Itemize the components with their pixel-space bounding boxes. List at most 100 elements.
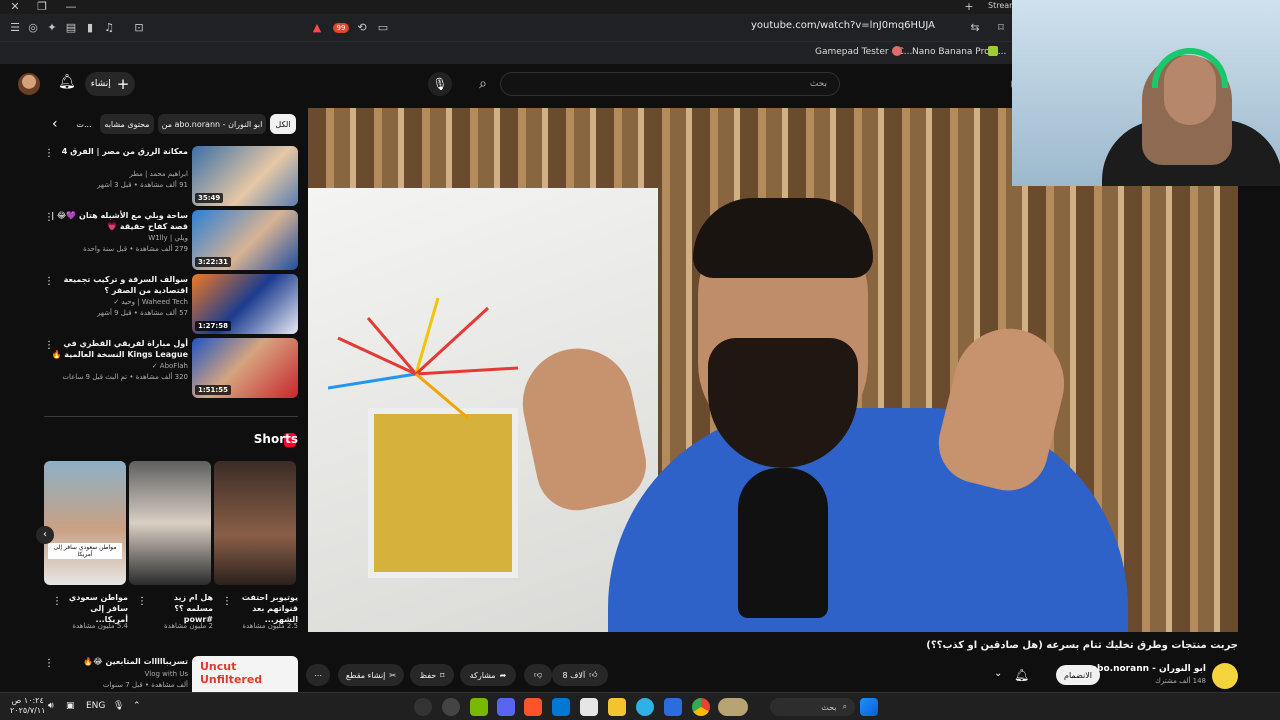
channel-name[interactable]: Vlog with Us [48,670,188,678]
create-button[interactable]: إنشاء + [85,72,135,96]
like-button[interactable]: 8 آلاف 👍︎ [552,664,608,686]
discord-icon[interactable] [497,698,515,716]
scissors-icon: ✂ [389,670,397,680]
address-bar[interactable]: youtube.com/watch?v=lnJ0mq6HUJA [751,20,935,31]
search-placeholder: بحث [809,79,827,89]
menu-icon[interactable]: ☰ [8,21,22,35]
plus-icon: + [116,75,130,93]
mic-tray-icon[interactable]: 🎙︎ [113,701,124,711]
chip-more[interactable]: ت... [72,114,96,134]
file-explorer-icon[interactable] [608,698,626,716]
video-thumbnail[interactable]: 1:27:58 [192,274,298,334]
extensions-icon[interactable]: ✦ [45,21,59,35]
video-title[interactable]: أول مباراة لفريقي القطري في Kings League… [48,338,188,360]
language-indicator[interactable]: ENG [86,701,105,711]
restore-icon[interactable]: ❐ [35,0,49,14]
chip-all[interactable]: الكل [270,114,296,134]
volume-icon[interactable]: 🔊︎ [48,701,54,711]
minimize-icon[interactable]: — [64,0,78,14]
list-item[interactable]: 3:22:31 ساحة وبلي مع الأشبله هتان 💜😂 | ق… [40,210,298,272]
bookmark-icon[interactable]: ⌑ [994,21,1008,35]
video-thumbnail[interactable]: 1:51:55 [192,338,298,398]
video-frame [328,297,519,420]
copilot-icon[interactable] [664,698,682,716]
video-title[interactable]: معكانة الرزق من مصر | الفرق 4 [48,146,188,157]
short-title[interactable]: يوتيوبر احتفت قنواتهم بعد الشهر... [230,592,298,625]
list-item[interactable]: 35:49 معكانة الرزق من مصر | الفرق 4 ابرا… [40,146,298,208]
notifications-bell-icon[interactable]: 🔔︎ [58,74,76,90]
avatar[interactable] [18,73,40,95]
video-thumbnail[interactable]: 35:49 [192,146,298,206]
start-icon[interactable] [860,698,878,716]
shorts-prev-icon[interactable]: ‹ [36,526,54,544]
close-icon[interactable]: ✕ [8,0,22,14]
video-title[interactable]: تسريبااااات المتابعين 😂🔥 [48,656,188,667]
search-input[interactable]: بحث [500,72,1023,96]
video-frame [693,198,873,278]
video-thumbnail[interactable]: Uncut Unfiltered [192,656,298,692]
channel-name[interactable]: AboFlah ✓ [48,362,188,370]
more-options-icon[interactable]: ⋮ [44,212,54,223]
short-title[interactable]: مواطن سعودي سافر إلى أمريكا... [60,592,128,625]
more-actions-button[interactable]: ⋯ [306,664,330,686]
chip-related[interactable]: محتوى مشابه [100,114,154,134]
calendar-icon[interactable] [580,698,598,716]
brave-shield-icon[interactable]: ▲ [310,21,324,35]
reload-icon[interactable]: ⟲ [355,21,369,35]
share-button[interactable]: مشاركة ➦ [460,664,516,686]
list-item[interactable]: Uncut Unfiltered تسريبااااات المتابعين 😂… [40,656,298,692]
short-thumbnail[interactable] [129,461,211,585]
nvidia-icon[interactable] [470,698,488,716]
extension-badge[interactable]: 99 [333,23,349,33]
location-icon[interactable]: ◎ [26,21,40,35]
thumb-down-icon: 👎︎ [533,670,543,679]
short-thumbnail[interactable] [214,461,296,585]
more-options-icon[interactable]: ⋮ [44,276,54,287]
search-icon[interactable]: ⌕ [470,72,496,96]
dislike-button[interactable]: 👎︎ [524,664,552,686]
more-options-icon[interactable]: ⋮ [44,148,54,159]
more-options-icon[interactable]: ⋮ [44,340,54,351]
sidebar-icon[interactable]: ▮ [83,21,97,35]
video-title[interactable]: سوالف السرقة و تركيب تجميعة اقتصادية من … [48,274,188,296]
more-options-icon[interactable]: ⋮ [44,658,54,669]
short-views: 5.4 مليون مشاهدة [72,622,128,630]
clip-button[interactable]: إنشاء مقطع ✂ [338,664,404,686]
tabs-icon[interactable]: ▤ [64,21,78,35]
taskbar-search[interactable]: بحث ⌕ [770,698,855,716]
screenshot-icon[interactable]: ⊡ [132,21,146,35]
taskbar-clock[interactable]: ١٠:٢٤ ص ٢٠٢٥/٧/١١ [10,696,45,716]
more-options-icon[interactable]: ⋮ [52,596,62,607]
new-tab-icon[interactable]: + [962,0,976,14]
clock-date: ٢٠٢٥/٧/١١ [10,706,46,715]
channel-name[interactable]: Waheed Tech | وحيد ✓ [48,298,188,306]
widgets-icon[interactable] [718,698,748,716]
translate-icon[interactable]: ⇆ [968,21,982,35]
video-title[interactable]: ساحة وبلي مع الأشبله هتان 💜😂 | قصة كفاح … [48,210,188,232]
short-thumbnail[interactable]: مواطن سعودي سافر إلى أمريكا [44,461,126,585]
brave-icon[interactable] [524,698,542,716]
more-options-icon[interactable]: ⋮ [137,596,147,607]
video-player[interactable] [308,108,1238,632]
list-item[interactable]: 1:27:58 سوالف السرقة و تركيب تجميعة اقتص… [40,274,298,336]
cast-icon[interactable]: ▭ [376,21,390,35]
video-thumbnail[interactable]: 3:22:31 [192,210,298,270]
network-icon[interactable]: ▣ [66,701,75,711]
chevron-up-icon[interactable]: ⌃ [133,701,141,711]
search-icon: ⌕ [842,702,847,711]
app-icon[interactable] [442,698,460,716]
app-icon[interactable] [414,698,432,716]
store-icon[interactable] [552,698,570,716]
list-item[interactable]: 1:51:55 أول مباراة لفريقي القطري في King… [40,338,298,400]
video-meta: 279 ألف مشاهدة • قبل سنة واحدة [83,245,188,253]
music-icon[interactable]: ♫ [102,21,116,35]
channel-name[interactable]: ويلي | W1lly [48,234,188,242]
channel-name[interactable]: ابراهيم محمد | مطر [48,170,188,178]
save-button[interactable]: حفظ ⌑ [410,664,454,686]
chip-from-channel[interactable]: من abo.norann - ابو النوران [158,114,266,134]
voice-search-icon[interactable]: 🎙︎ [428,72,452,96]
edge-icon[interactable] [636,698,654,716]
chrome-icon[interactable] [692,698,710,716]
more-options-icon[interactable]: ⋮ [222,596,232,607]
short-title[interactable]: هل ام زيد مسلمه ؟؟ #powr [145,592,213,625]
